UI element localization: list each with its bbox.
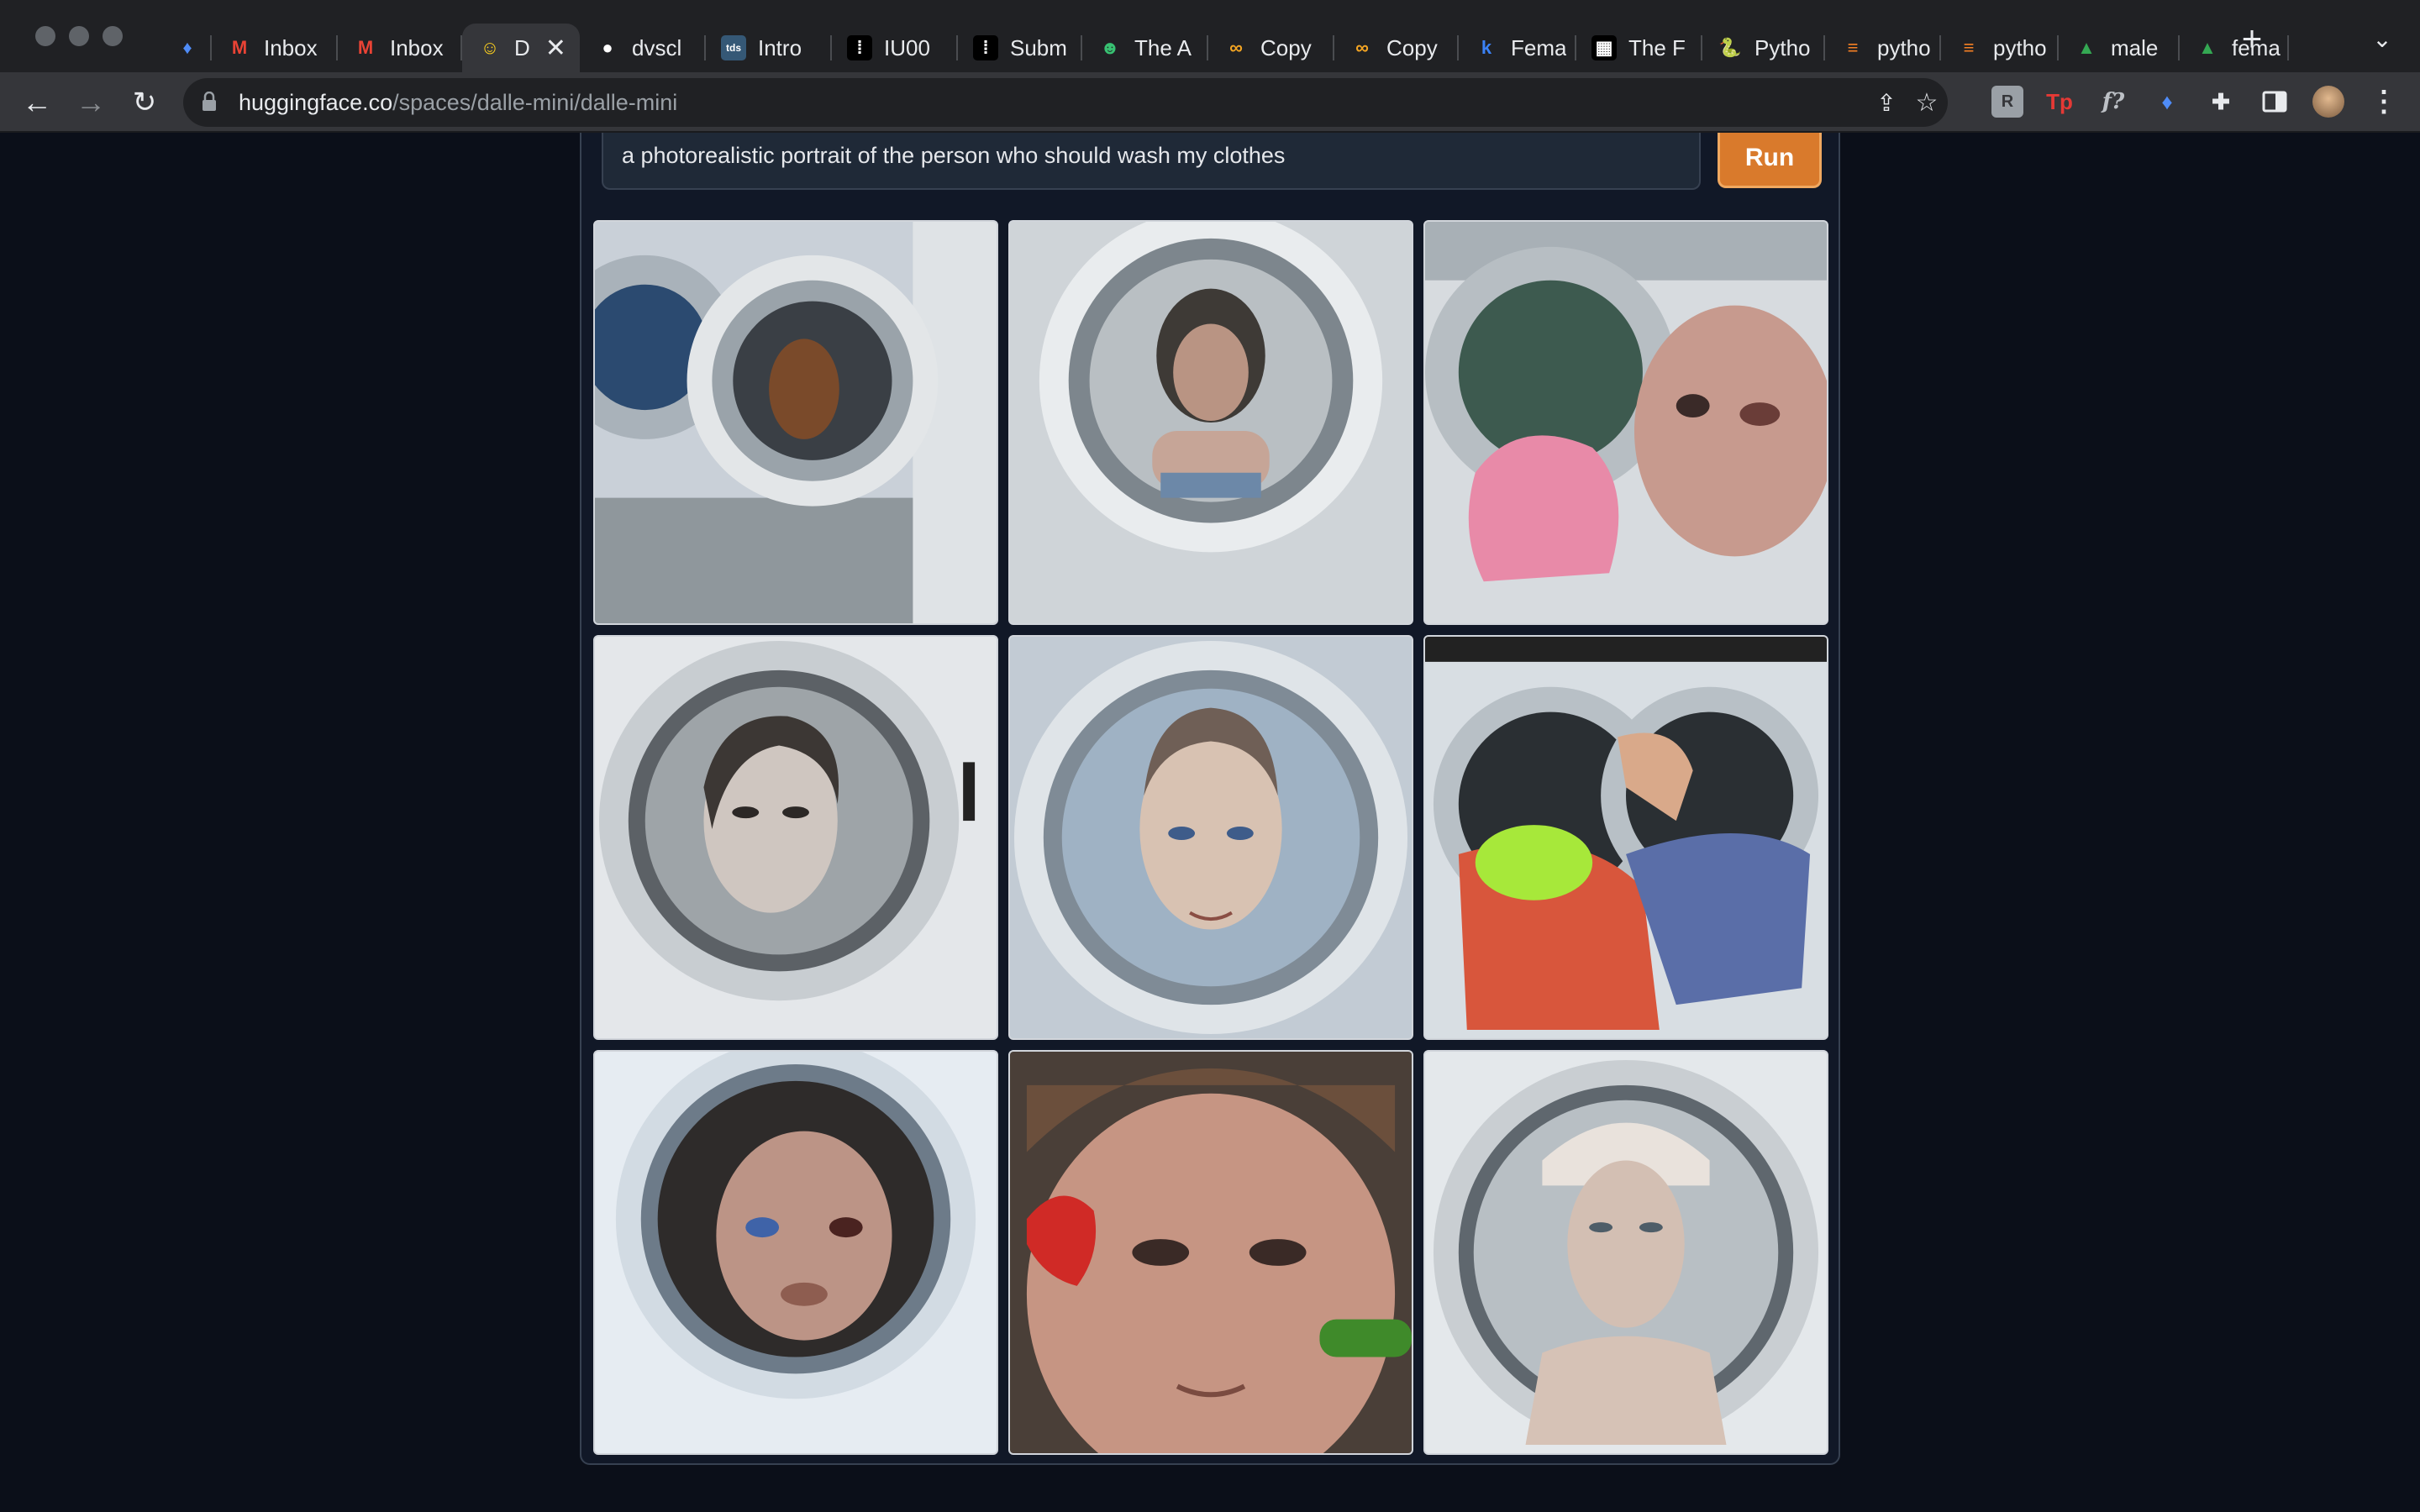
stackoverflow-icon: ≡ <box>1963 37 1975 58</box>
drive-icon: ▲ <box>2077 37 2096 58</box>
gem-icon: ♦ <box>182 37 192 58</box>
tab-4[interactable]: ☺ D ✕ <box>462 24 580 72</box>
tab-search-chevron-icon[interactable]: ⌄ <box>2368 25 2396 54</box>
infinity-icon: ∞ <box>1355 37 1369 58</box>
tab-title: IU00 <box>884 34 930 60</box>
washer-face-image-1[interactable] <box>593 220 998 625</box>
window-minimize-button[interactable] <box>69 26 89 46</box>
smiley-icon: ☻ <box>1100 37 1120 58</box>
tab-title: pytho <box>1877 34 1931 60</box>
tab-8[interactable]: ⁞ Subm <box>958 24 1082 72</box>
tab-title: pytho <box>1993 34 2047 60</box>
tab-6[interactable]: tds Intro <box>706 24 832 72</box>
tab-title: The A <box>1134 34 1192 60</box>
tab-14[interactable]: 🐍 Pytho <box>1702 24 1825 72</box>
browser-chrome: ♦ M Inbox M Inbox ☺ D ✕ ● dvscl tds Intro ⁞ IU00 ⁞ Subm… <box>0 0 2420 133</box>
prompt-input[interactable]: a photorealistic portrait of the person … <box>602 133 1701 190</box>
hugging-face-icon: ☺ <box>480 37 500 58</box>
tab-title: Fema <box>1511 34 1567 60</box>
tab-title: The F <box>1628 34 1686 60</box>
tab-strip: ♦ M Inbox M Inbox ☺ D ✕ ● dvscl tds Intro ⁞ IU00 ⁞ Subm… <box>0 0 2420 72</box>
tab-5[interactable]: ● dvscl <box>580 24 706 72</box>
tab-17[interactable]: ▲ male <box>2059 24 2180 72</box>
washer-face-image-9[interactable] <box>1423 1050 1828 1455</box>
window-close-button[interactable] <box>35 26 55 46</box>
tab-title: male <box>2111 34 2159 60</box>
tab-title: Copy <box>1260 34 1312 60</box>
tab-title: D <box>514 34 530 60</box>
washer-face-image-7[interactable] <box>593 1050 998 1455</box>
share-icon[interactable]: ⇪ <box>1872 89 1901 118</box>
washer-face-image-3[interactable] <box>1423 220 1828 625</box>
tds-icon: tds <box>721 35 746 60</box>
tab-3[interactable]: M Inbox <box>338 24 462 72</box>
dalle-mini-panel: a photorealistic portrait of the person … <box>580 133 1840 1465</box>
page-content: a photorealistic portrait of the person … <box>0 133 2420 1512</box>
window-zoom-button[interactable] <box>103 26 123 46</box>
tab-11[interactable]: ∞ Copy <box>1334 24 1459 72</box>
tab-9[interactable]: ☻ The A <box>1082 24 1208 72</box>
tab-list: ♦ M Inbox M Inbox ☺ D ✕ ● dvscl tds Intro ⁞ IU00 ⁞ Subm… <box>160 17 2289 72</box>
washer-face-image-2[interactable] <box>1008 220 1413 625</box>
side-panel-icon[interactable] <box>2259 86 2291 118</box>
bookmark-star-icon[interactable]: ☆ <box>1912 89 1941 118</box>
tab-separator <box>2287 35 2289 60</box>
url-text: huggingface.co/spaces/dalle-mini/dalle-m… <box>239 90 677 116</box>
tab-title: Intro <box>758 34 802 60</box>
tab-7[interactable]: ⁞ IU00 <box>832 24 958 72</box>
url-host: huggingface.co <box>239 90 393 115</box>
profile-avatar[interactable] <box>2312 86 2344 118</box>
washer-face-image-8[interactable] <box>1008 1050 1413 1455</box>
drive-icon: ▲ <box>2198 37 2217 58</box>
washer-face-image-4[interactable] <box>593 635 998 1040</box>
address-bar[interactable]: huggingface.co/spaces/dalle-mini/dalle-m… <box>183 78 1948 127</box>
python-icon: 🐍 <box>1718 37 1742 58</box>
back-arrow-icon[interactable]: ← <box>20 86 54 119</box>
k-icon: k <box>1481 37 1492 58</box>
grid-icon: ▦ <box>1591 35 1617 60</box>
tab-title: Subm <box>1010 34 1067 60</box>
extension-gem-icon[interactable]: ♦ <box>2151 86 2183 118</box>
tab-title: Inbox <box>264 34 318 60</box>
tab-title: Inbox <box>390 34 444 60</box>
tab-title: Pytho <box>1754 34 1811 60</box>
dots-icon: ⁞ <box>847 35 872 60</box>
gmail-icon: M <box>231 37 248 58</box>
tab-title: Copy <box>1386 34 1438 60</box>
tab-2[interactable]: M Inbox <box>212 24 338 72</box>
extensions-puzzle-icon[interactable]: ✚ <box>2205 86 2237 118</box>
kebab-menu-icon[interactable]: ⋮ <box>2368 86 2400 118</box>
lock-icon <box>203 92 216 111</box>
github-icon: ● <box>602 37 613 58</box>
washer-face-image-6[interactable] <box>1423 635 1828 1040</box>
tab-title: dvscl <box>632 34 682 60</box>
tab-13[interactable]: ▦ The F <box>1576 24 1702 72</box>
new-tab-button[interactable]: + <box>2235 21 2269 56</box>
tab-18[interactable]: ▲ fema <box>2180 24 2289 72</box>
tab-1[interactable]: ♦ <box>160 24 212 72</box>
url-path: /spaces/dalle-mini/dalle-mini <box>392 90 678 115</box>
tab-12[interactable]: k Fema <box>1459 24 1576 72</box>
gmail-icon: M <box>357 37 374 58</box>
reload-icon[interactable]: ↻ <box>128 86 161 119</box>
image-gallery <box>593 220 1828 1455</box>
infinity-icon: ∞ <box>1229 37 1243 58</box>
tab-10[interactable]: ∞ Copy <box>1208 24 1334 72</box>
extension-tp-icon[interactable]: Tp <box>2044 86 2075 118</box>
dots-icon: ⁞ <box>973 35 998 60</box>
tab-close-icon[interactable]: ✕ <box>545 34 566 63</box>
washer-face-image-5[interactable] <box>1008 635 1413 1040</box>
run-button[interactable]: Run <box>1718 133 1822 188</box>
extension-function-icon[interactable]: f? <box>2097 86 2129 118</box>
extension-r-icon[interactable]: R <box>1991 86 2023 118</box>
tab-15[interactable]: ≡ pytho <box>1825 24 1941 72</box>
tab-16[interactable]: ≡ pytho <box>1941 24 2059 72</box>
forward-arrow-icon[interactable]: → <box>74 86 108 119</box>
stackoverflow-icon: ≡ <box>1847 37 1859 58</box>
